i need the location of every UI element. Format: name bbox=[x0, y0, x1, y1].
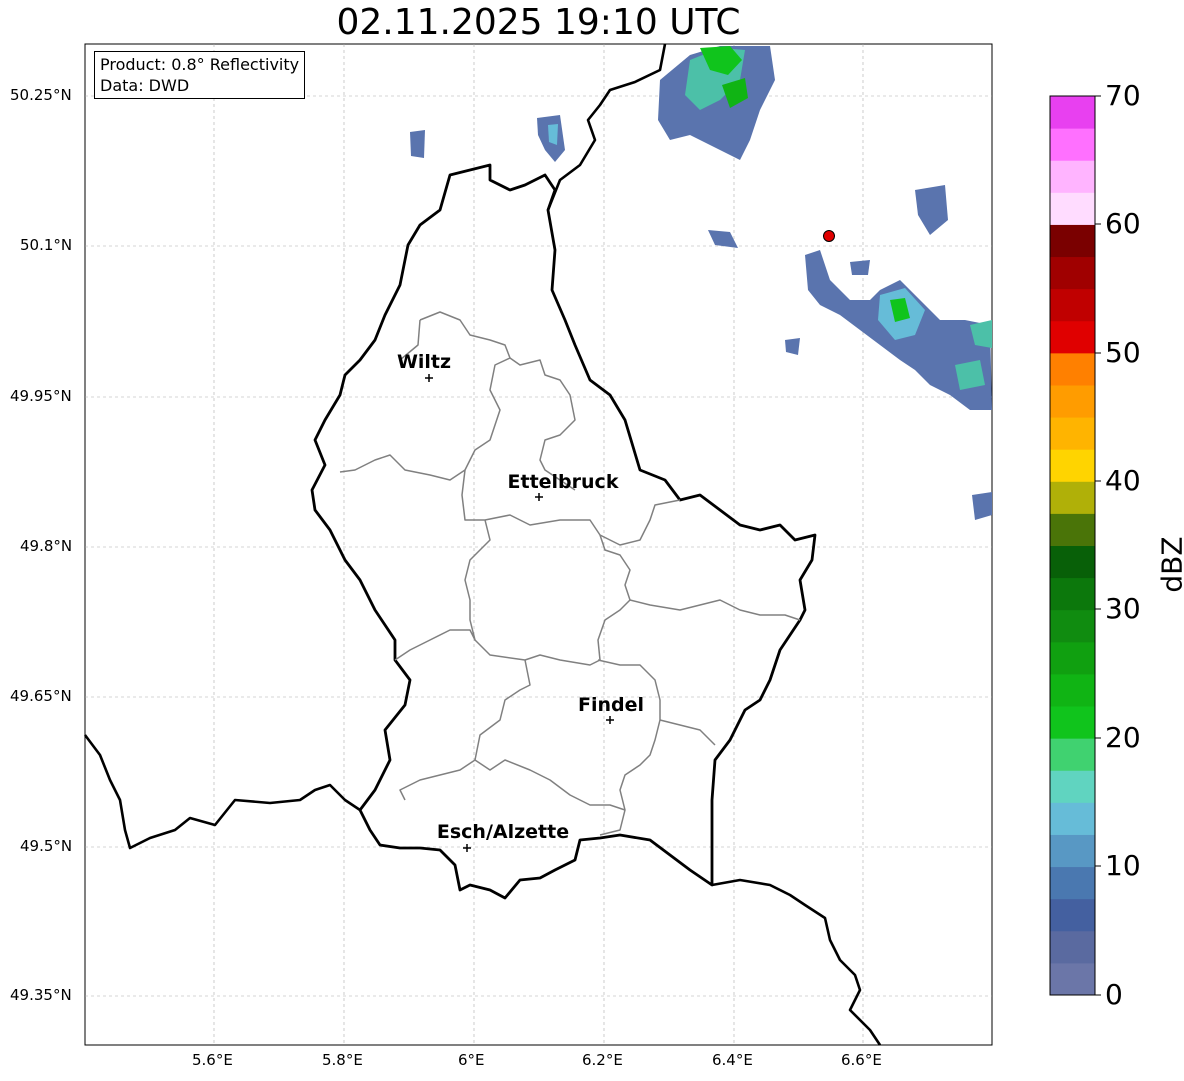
colorbar-ticks bbox=[1095, 95, 1101, 996]
colorbar bbox=[1050, 96, 1095, 996]
colorbar-tick-label: 0 bbox=[1105, 978, 1123, 1011]
colorbar-segment bbox=[1050, 609, 1095, 643]
lon-tick: 6°E bbox=[458, 1051, 485, 1069]
radar-map: Wiltz Ettelbruck Findel Esch/Alzette bbox=[83, 43, 1101, 1046]
colorbar-tick-label: 30 bbox=[1105, 592, 1141, 625]
colorbar-segment bbox=[1050, 641, 1095, 675]
data-source-label: Data: DWD bbox=[100, 76, 190, 95]
colorbar-segment bbox=[1050, 224, 1095, 258]
colorbar-segment bbox=[1050, 770, 1095, 803]
city-label-ettelbruck: Ettelbruck bbox=[508, 471, 619, 493]
colorbar-segment bbox=[1050, 577, 1095, 611]
map-frame bbox=[84, 43, 993, 1046]
colorbar-segment bbox=[1050, 417, 1095, 450]
city-label-esch-alzette: Esch/Alzette bbox=[437, 821, 569, 843]
lat-tick: 50.25°N bbox=[10, 86, 72, 104]
colorbar-segment bbox=[1050, 738, 1095, 771]
colorbar-segment bbox=[1050, 930, 1095, 964]
colorbar-segment bbox=[1050, 256, 1095, 290]
colorbar-segment bbox=[1050, 898, 1095, 932]
city-label-wiltz: Wiltz bbox=[397, 351, 451, 373]
radar-site-marker bbox=[823, 230, 835, 242]
colorbar-tick-label: 50 bbox=[1105, 336, 1141, 369]
colorbar-segment bbox=[1050, 160, 1095, 193]
colorbar-segment bbox=[1050, 962, 1095, 996]
colorbar-segment bbox=[1050, 352, 1095, 386]
lat-tick: 49.5°N bbox=[20, 837, 73, 855]
colorbar-segment bbox=[1050, 834, 1095, 868]
colorbar-tick-label: 40 bbox=[1105, 464, 1141, 497]
colorbar-label: dBZ bbox=[1155, 536, 1184, 593]
lat-tick: 50.1°N bbox=[20, 236, 73, 254]
lon-tick: 6.2°E bbox=[582, 1051, 623, 1069]
colorbar-segment bbox=[1050, 449, 1095, 482]
colorbar-tick-label: 20 bbox=[1105, 721, 1141, 754]
lon-tick: 6.4°E bbox=[712, 1051, 753, 1069]
lat-tick: 49.8°N bbox=[20, 537, 73, 555]
colorbar-tick-label: 70 bbox=[1105, 79, 1141, 112]
colorbar-segment bbox=[1050, 96, 1095, 129]
colorbar-segment bbox=[1050, 706, 1095, 739]
city-label-findel: Findel bbox=[578, 694, 644, 716]
colorbar-segment bbox=[1050, 288, 1095, 322]
colorbar-segment bbox=[1050, 481, 1095, 514]
colorbar-segment bbox=[1050, 545, 1095, 579]
colorbar-tick-label: 60 bbox=[1105, 207, 1141, 240]
colorbar-segment bbox=[1050, 192, 1095, 225]
lat-tick: 49.35°N bbox=[10, 986, 72, 1004]
lat-tick: 49.65°N bbox=[10, 687, 72, 705]
lon-tick: 5.8°E bbox=[322, 1051, 363, 1069]
colorbar-tick-label: 10 bbox=[1105, 849, 1141, 882]
product-info-box: Product: 0.8° Reflectivity Data: DWD bbox=[94, 51, 306, 99]
product-label: Product: 0.8° Reflectivity bbox=[100, 55, 300, 74]
colorbar-segment bbox=[1050, 513, 1095, 546]
colorbar-segment bbox=[1050, 673, 1095, 707]
colorbar-segment bbox=[1050, 384, 1095, 418]
colorbar-segment bbox=[1050, 320, 1095, 354]
lon-tick: 5.6°E bbox=[192, 1051, 233, 1069]
colorbar-segment bbox=[1050, 802, 1095, 835]
colorbar-segment bbox=[1050, 128, 1095, 161]
lon-tick: 6.6°E bbox=[841, 1051, 882, 1069]
colorbar-segment bbox=[1050, 866, 1095, 900]
lat-tick: 49.95°N bbox=[10, 387, 72, 405]
